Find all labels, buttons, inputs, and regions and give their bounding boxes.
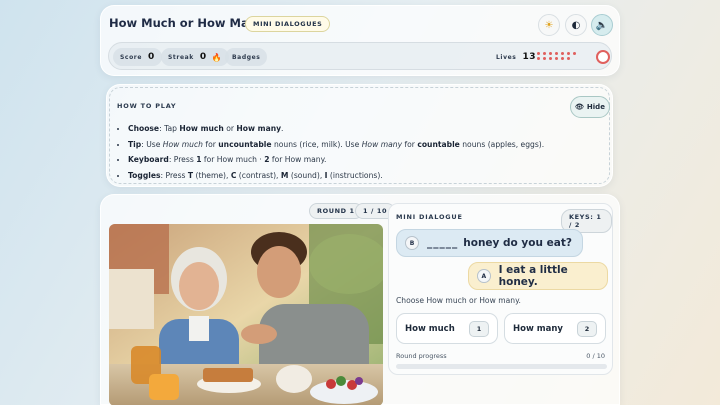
how-many-button[interactable]: How many 2: [504, 313, 606, 344]
answer-text: I eat a little honey.: [498, 264, 568, 288]
hide-label: Hide: [586, 103, 605, 111]
scene-image: [109, 224, 383, 405]
lives-dots: [537, 52, 585, 62]
instructions-list: Choose: Tap How much or How many. Tip: U…: [126, 121, 544, 183]
answer-blank: _____: [427, 237, 459, 249]
key-hint-1: 1: [469, 320, 489, 337]
how-to-play-title: How to play: [117, 102, 177, 110]
mode-chip: Mini Dialogues: [245, 16, 331, 32]
score-stat: Score 0: [113, 48, 162, 66]
life-dot: [537, 57, 540, 60]
life-dot: [561, 52, 564, 55]
score-label: Score: [120, 53, 143, 61]
progress-bar: [396, 364, 607, 369]
hide-instructions-button[interactable]: 👁 Hide: [570, 96, 610, 118]
question-bubble: B _____ honey do you eat?: [396, 229, 583, 257]
header-card: How Much or How Many? Mini Dialogues ☀ ◐…: [100, 5, 620, 76]
question-text: honey do you eat?: [463, 237, 572, 249]
theme-toggle-button[interactable]: ☀: [538, 14, 560, 36]
badges-label: Badges: [232, 53, 261, 61]
how-many-label: How many: [513, 323, 563, 334]
instruction-choose: Choose: Tap How much or How many.: [128, 121, 544, 137]
progress-count: 0 / 10: [586, 352, 605, 360]
life-dot: [537, 52, 540, 55]
speaker-a-avatar: A: [477, 269, 491, 283]
choice-prompt: Choose How much or How many.: [396, 296, 521, 305]
eye-icon: 👁: [575, 103, 584, 111]
how-much-label: How much: [405, 323, 455, 334]
contrast-toggle-button[interactable]: ◐: [565, 14, 587, 36]
sound-icon: 🔈: [595, 19, 609, 31]
dialogue-card: Mini dialogue Keys: 1 / 2 B _____ honey …: [388, 203, 613, 375]
life-dot: [549, 52, 552, 55]
instruction-toggles: Toggles: Press T (theme), C (contrast), …: [128, 168, 544, 184]
life-dot: [543, 52, 546, 55]
life-dot: [549, 57, 552, 60]
life-dot: [567, 57, 570, 60]
key-hint-2: 2: [577, 320, 597, 337]
answer-bubble: A I eat a little honey.: [468, 262, 608, 290]
life-dot: [555, 57, 558, 60]
how-much-button[interactable]: How much 1: [396, 313, 498, 344]
how-to-play-card: How to play 👁 Hide Choose: Tap How much …: [106, 84, 613, 187]
instruction-keyboard: Keyboard: Press 1 for How much · 2 for H…: [128, 152, 544, 168]
progress-label: Round progress: [396, 352, 447, 360]
score-value: 0: [148, 52, 155, 62]
contrast-icon: ◐: [571, 19, 581, 31]
sun-icon: ☀: [544, 19, 554, 31]
life-dot: [555, 52, 558, 55]
sound-toggle-button[interactable]: 🔈: [591, 14, 613, 36]
badges-stat[interactable]: Badges: [225, 48, 268, 66]
life-dot: [543, 57, 546, 60]
instruction-tip: Tip: Use How much for uncountable nouns …: [128, 137, 544, 153]
streak-value: 0: [199, 52, 207, 62]
stats-bar: Score 0 Streak 0 🔥 Badges Lives 13: [108, 42, 612, 70]
lives-ring-icon: [596, 50, 610, 64]
life-dot: [561, 57, 564, 60]
lives-value: 13: [522, 52, 537, 62]
how-to-play-frame: How to play 👁 Hide Choose: Tap How much …: [109, 87, 610, 184]
lives-stat: Lives 13: [489, 48, 543, 66]
flame-icon: 🔥: [211, 52, 223, 62]
life-dot: [573, 52, 576, 55]
streak-stat: Streak 0 🔥: [161, 48, 230, 66]
life-dot: [567, 52, 570, 55]
lives-label: Lives: [496, 53, 517, 61]
dialogue-title: Mini dialogue: [396, 213, 463, 221]
streak-label: Streak: [168, 53, 194, 61]
speaker-b-avatar: B: [405, 236, 419, 250]
